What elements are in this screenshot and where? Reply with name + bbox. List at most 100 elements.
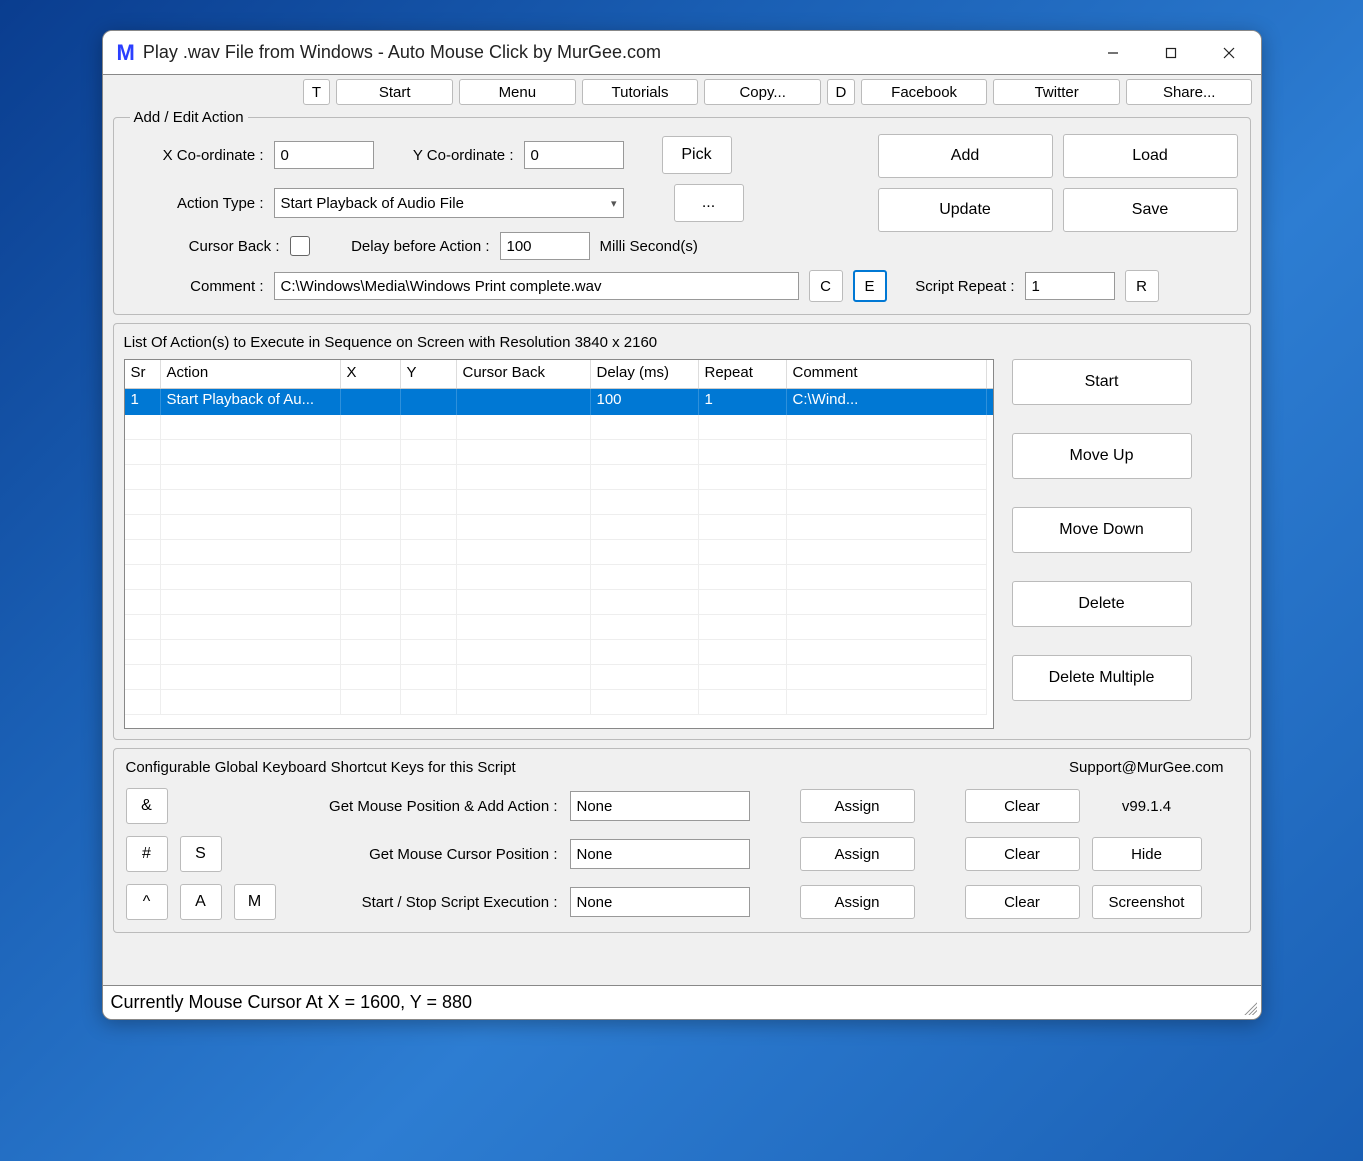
shortcut-add-action-input[interactable] bbox=[570, 791, 750, 821]
cursor-back-label: Cursor Back : bbox=[124, 238, 280, 255]
update-button[interactable]: Update bbox=[878, 188, 1053, 232]
th-sr[interactable]: Sr bbox=[125, 360, 161, 388]
delay-unit-label: Milli Second(s) bbox=[600, 238, 698, 255]
comment-input[interactable] bbox=[274, 272, 799, 300]
window-title: Play .wav File from Windows - Auto Mouse… bbox=[143, 42, 661, 63]
status-text: Currently Mouse Cursor At X = 1600, Y = … bbox=[111, 992, 473, 1012]
shortcut-start-stop-input[interactable] bbox=[570, 887, 750, 917]
start-stop-label: Start / Stop Script Execution : bbox=[288, 894, 558, 911]
action-list-label: List Of Action(s) to Execute in Sequence… bbox=[124, 334, 1240, 351]
script-repeat-input[interactable] bbox=[1025, 272, 1115, 300]
th-x[interactable]: X bbox=[341, 360, 401, 388]
clear-3-button[interactable]: Clear bbox=[965, 885, 1080, 919]
delay-input[interactable] bbox=[500, 232, 590, 260]
screenshot-button[interactable]: Screenshot bbox=[1092, 885, 1202, 919]
comment-label: Comment : bbox=[124, 278, 264, 295]
action-table[interactable]: Sr Action X Y Cursor Back Delay (ms) Rep… bbox=[124, 359, 994, 729]
chevron-down-icon: ▾ bbox=[611, 197, 617, 210]
move-down-button[interactable]: Move Down bbox=[1012, 507, 1192, 553]
y-coordinate-input[interactable] bbox=[524, 141, 624, 169]
assign-3-button[interactable]: Assign bbox=[800, 885, 915, 919]
action-type-select[interactable]: Start Playback of Audio File ▾ bbox=[274, 188, 624, 218]
add-edit-action-group: Add / Edit Action Add Load Update Save X… bbox=[113, 109, 1251, 315]
minimize-button[interactable] bbox=[1085, 34, 1141, 72]
facebook-button[interactable]: Facebook bbox=[861, 79, 988, 105]
table-header: Sr Action X Y Cursor Back Delay (ms) Rep… bbox=[125, 360, 993, 389]
get-cursor-pos-label: Get Mouse Cursor Position : bbox=[288, 846, 558, 863]
action-type-value: Start Playback of Audio File bbox=[281, 195, 464, 212]
add-button[interactable]: Add bbox=[878, 134, 1053, 178]
th-comment[interactable]: Comment bbox=[787, 360, 987, 388]
shortcuts-legend: Configurable Global Keyboard Shortcut Ke… bbox=[126, 759, 516, 776]
support-label: Support@MurGee.com bbox=[1069, 759, 1223, 776]
table-side-buttons: Start Move Up Move Down Delete Delete Mu… bbox=[1012, 359, 1192, 729]
td-cb bbox=[457, 389, 591, 415]
twitter-button[interactable]: Twitter bbox=[993, 79, 1120, 105]
load-button[interactable]: Load bbox=[1063, 134, 1238, 178]
x-coordinate-label: X Co-ordinate : bbox=[124, 147, 264, 164]
clear-1-button[interactable]: Clear bbox=[965, 789, 1080, 823]
maximize-button[interactable] bbox=[1143, 34, 1199, 72]
td-repeat: 1 bbox=[699, 389, 787, 415]
pick-button[interactable]: Pick bbox=[662, 136, 732, 174]
assign-2-button[interactable]: Assign bbox=[800, 837, 915, 871]
status-bar: Currently Mouse Cursor At X = 1600, Y = … bbox=[103, 985, 1261, 1019]
start-toolbar-button[interactable]: Start bbox=[336, 79, 453, 105]
minimize-icon bbox=[1107, 47, 1119, 59]
t-button[interactable]: T bbox=[303, 79, 331, 105]
assign-1-button[interactable]: Assign bbox=[800, 789, 915, 823]
e-button[interactable]: E bbox=[853, 270, 887, 302]
th-delay[interactable]: Delay (ms) bbox=[591, 360, 699, 388]
copy-button[interactable]: Copy... bbox=[704, 79, 821, 105]
tutorials-button[interactable]: Tutorials bbox=[582, 79, 699, 105]
close-icon bbox=[1223, 47, 1235, 59]
action-type-label: Action Type : bbox=[124, 195, 264, 212]
toolbar: T Start Menu Tutorials Copy... D Faceboo… bbox=[103, 75, 1261, 109]
x-coordinate-input[interactable] bbox=[274, 141, 374, 169]
r-button[interactable]: R bbox=[1125, 270, 1159, 302]
move-up-button[interactable]: Move Up bbox=[1012, 433, 1192, 479]
th-cursor-back[interactable]: Cursor Back bbox=[457, 360, 591, 388]
share-button[interactable]: Share... bbox=[1126, 79, 1253, 105]
script-repeat-label: Script Repeat : bbox=[897, 278, 1015, 295]
c-button[interactable]: C bbox=[809, 270, 843, 302]
s-button[interactable]: S bbox=[180, 836, 222, 872]
start-script-button[interactable]: Start bbox=[1012, 359, 1192, 405]
td-delay: 100 bbox=[591, 389, 699, 415]
td-comment: C:\Wind... bbox=[787, 389, 987, 415]
version-label: v99.1.4 bbox=[1092, 798, 1202, 815]
save-button[interactable]: Save bbox=[1063, 188, 1238, 232]
td-sr: 1 bbox=[125, 389, 161, 415]
caret-button[interactable]: ^ bbox=[126, 884, 168, 920]
th-y[interactable]: Y bbox=[401, 360, 457, 388]
add-edit-legend: Add / Edit Action bbox=[130, 109, 248, 126]
app-icon: M bbox=[117, 40, 135, 66]
get-pos-add-label: Get Mouse Position & Add Action : bbox=[288, 798, 558, 815]
delete-multiple-button[interactable]: Delete Multiple bbox=[1012, 655, 1192, 701]
dots-button[interactable]: ... bbox=[674, 184, 744, 222]
a-button[interactable]: A bbox=[180, 884, 222, 920]
th-repeat[interactable]: Repeat bbox=[699, 360, 787, 388]
shortcut-get-pos-input[interactable] bbox=[570, 839, 750, 869]
d-button[interactable]: D bbox=[827, 79, 855, 105]
titlebar: M Play .wav File from Windows - Auto Mou… bbox=[103, 31, 1261, 75]
delete-button[interactable]: Delete bbox=[1012, 581, 1192, 627]
m-button[interactable]: M bbox=[234, 884, 276, 920]
clear-2-button[interactable]: Clear bbox=[965, 837, 1080, 871]
resize-grip-icon[interactable] bbox=[1241, 999, 1257, 1015]
menu-button[interactable]: Menu bbox=[459, 79, 576, 105]
amp-button[interactable]: & bbox=[126, 788, 168, 824]
hide-button[interactable]: Hide bbox=[1092, 837, 1202, 871]
shortcuts-group: Configurable Global Keyboard Shortcut Ke… bbox=[113, 748, 1251, 933]
delay-label: Delay before Action : bbox=[320, 238, 490, 255]
action-list-group: List Of Action(s) to Execute in Sequence… bbox=[113, 323, 1251, 740]
close-button[interactable] bbox=[1201, 34, 1257, 72]
app-window: M Play .wav File from Windows - Auto Mou… bbox=[102, 30, 1262, 1020]
maximize-icon bbox=[1165, 47, 1177, 59]
td-y bbox=[401, 389, 457, 415]
cursor-back-checkbox[interactable] bbox=[290, 236, 310, 256]
table-row[interactable]: 1 Start Playback of Au... 100 1 C:\Wind.… bbox=[125, 389, 993, 415]
y-coordinate-label: Y Co-ordinate : bbox=[384, 147, 514, 164]
th-action[interactable]: Action bbox=[161, 360, 341, 388]
hash-button[interactable]: # bbox=[126, 836, 168, 872]
